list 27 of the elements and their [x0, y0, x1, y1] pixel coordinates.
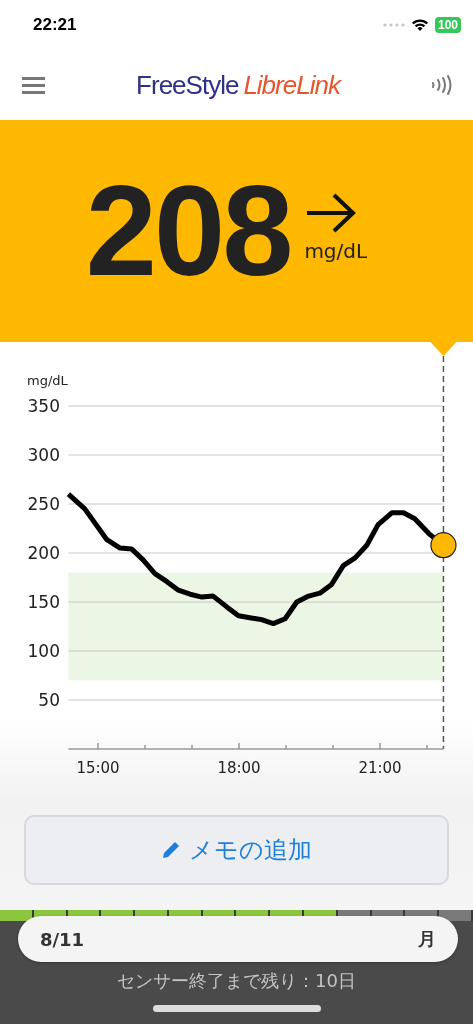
- brand-logo-text: FreeStyle: [136, 69, 239, 101]
- status-time: 22:21: [33, 15, 77, 35]
- y-tick-label: 100: [27, 641, 60, 661]
- date-text: 8/11: [40, 928, 85, 950]
- y-axis-unit: mg/dL: [27, 373, 68, 388]
- x-tick-label: 15:00: [76, 759, 120, 777]
- glucose-value: 208: [85, 167, 291, 295]
- y-tick-label: 150: [27, 592, 60, 612]
- pencil-icon: [161, 840, 181, 860]
- y-tick-label: 300: [27, 445, 60, 465]
- current-reading-dot: [430, 532, 457, 559]
- add-memo-button[interactable]: メモの追加: [24, 815, 449, 885]
- product-logo-text: LibreLink: [243, 69, 340, 101]
- glucose-unit: mg/dL: [304, 239, 368, 263]
- wifi-icon: [410, 18, 429, 32]
- weekday-text: 月: [418, 927, 436, 951]
- y-tick-label: 200: [27, 543, 60, 563]
- battery-level: 100: [434, 17, 461, 33]
- nfc-scan-icon[interactable]: [431, 75, 453, 95]
- y-tick-label: 50: [38, 690, 60, 710]
- x-tick-label: 18:00: [217, 759, 261, 777]
- sensor-remaining-text: センサー終了まで残り：10日: [117, 969, 356, 993]
- y-tick-label: 250: [27, 494, 60, 514]
- y-tick-label: 350: [27, 396, 60, 416]
- signal-icon: [382, 23, 405, 27]
- x-tick-label: 21:00: [358, 759, 402, 777]
- menu-icon[interactable]: [22, 76, 45, 94]
